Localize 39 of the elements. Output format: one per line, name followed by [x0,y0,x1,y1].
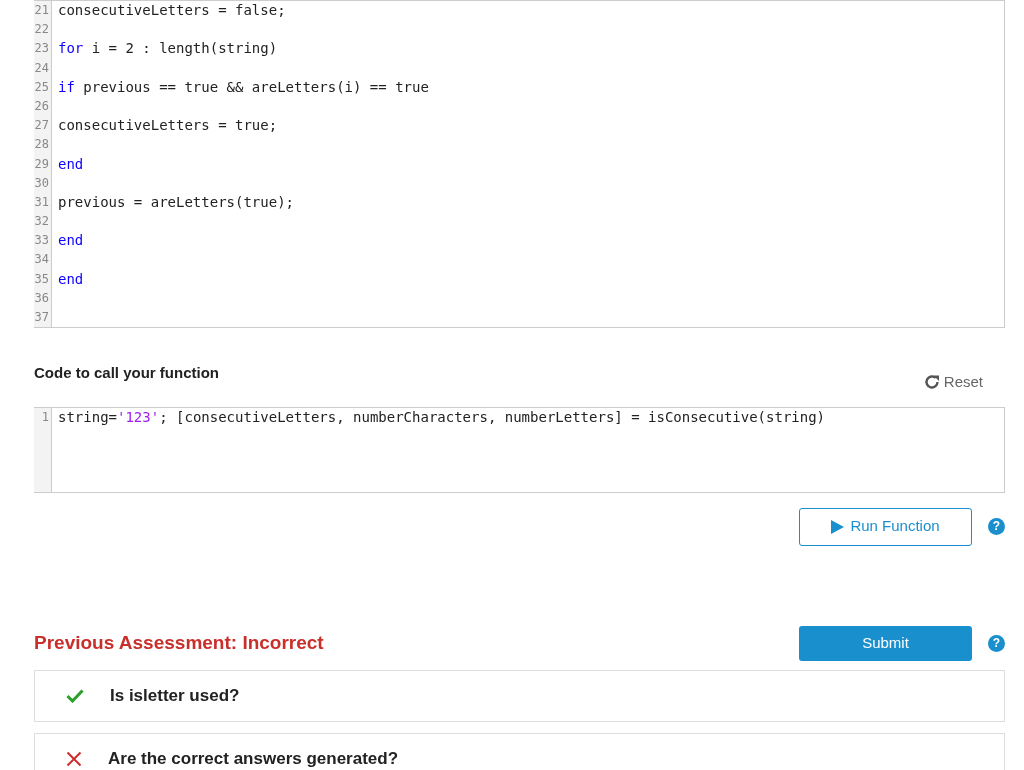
reset-button[interactable]: Reset [922,371,983,394]
code-line: consecutiveLetters = true; [58,116,279,136]
test-label: Are the correct answers generated? [108,747,399,770]
code-line: for i = 2 : length(string) [58,39,279,59]
run-function-button[interactable]: Run Function [799,507,972,546]
line-number: 28 [34,136,50,154]
line-number: 24 [34,59,50,77]
line-number: 36 [34,289,50,307]
line-number: 1 [40,408,50,426]
line-number: 25 [34,78,50,96]
line-number: 30 [34,174,50,192]
line-number: 31 [34,193,50,211]
code-line: end [58,231,85,251]
line-number: 33 [34,232,50,250]
submit-button[interactable]: Submit [799,625,972,661]
line-number: 27 [34,117,50,135]
line-number: 22 [34,21,50,39]
line-number: 34 [34,251,50,269]
test-label: Is isletter used? [110,684,240,707]
play-icon [831,519,845,534]
section-title: Code to call your function [34,363,219,384]
code-line: previous = areLetters(true); [58,192,295,212]
line-number: 37 [34,309,50,326]
code-input-field[interactable]: 1 string='123'; [consecutiveLetters, numberCharacters, numberLetters] = isConsecutive(string) [34,406,1005,493]
line-number: 21 [34,2,50,19]
line-number: 32 [34,213,50,231]
assessment-status: Previous Assessment: Incorrect [34,630,324,655]
code-line: end [58,154,85,174]
line-number: 29 [34,155,50,173]
help-icon[interactable]: ? [988,518,1005,536]
code-line: consecutiveLetters = false; [58,1,287,20]
line-number: 23 [34,40,50,58]
line-number: 35 [34,270,50,288]
code-line: string='123'; [consecutiveLetters, numberCharacters, numberLetters] = isConsecutive(string) [58,407,827,427]
line-number: 26 [34,97,50,115]
reset-icon[interactable] [922,373,941,392]
code-line: end [58,269,85,289]
code-line: if previous == true && areLetters(i) == true [58,77,430,97]
help-icon[interactable]: ? [988,634,1005,652]
